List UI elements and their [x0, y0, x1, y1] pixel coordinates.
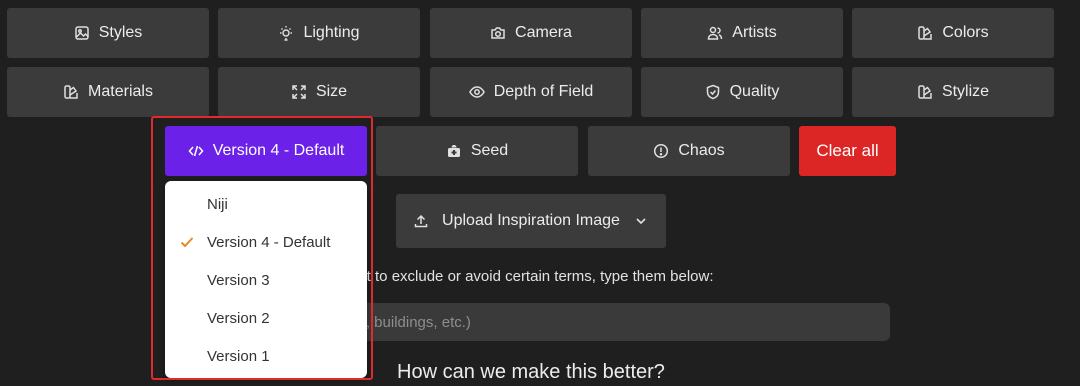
camera-icon	[491, 27, 505, 39]
version-option-2[interactable]: Version 2	[165, 299, 367, 337]
artists-label: Artists	[732, 24, 777, 41]
version-option-niji[interactable]: Niji	[165, 185, 367, 223]
styles-label: Styles	[98, 24, 143, 41]
exclude-instructions: ant to exclude or avoid certain terms, t…	[350, 268, 714, 285]
code-icon	[188, 145, 204, 157]
camera-button[interactable]: Camera	[430, 8, 632, 58]
quality-button[interactable]: Quality	[641, 67, 843, 117]
seed-button[interactable]: Seed	[376, 126, 578, 176]
version-option-label: Version 3	[207, 271, 270, 289]
upload-inspiration-label: Upload Inspiration Image	[442, 212, 620, 229]
stylize-label: Stylize	[941, 83, 990, 100]
quality-label: Quality	[729, 83, 780, 100]
chevron-down-icon	[636, 218, 646, 225]
upload-icon	[414, 214, 428, 228]
checkmark-icon	[180, 237, 194, 248]
alert-circle-icon	[654, 143, 669, 159]
users-icon	[708, 26, 723, 40]
stylize-button[interactable]: Stylize	[852, 67, 1054, 117]
camera-label: Camera	[515, 24, 572, 41]
materials-button[interactable]: Materials	[7, 67, 209, 117]
image-icon	[74, 26, 89, 40]
version-option-label: Version 4 - Default	[207, 233, 331, 251]
version-option-label: Version 1	[207, 347, 270, 365]
size-label: Size	[315, 83, 348, 100]
eye-icon	[468, 86, 485, 98]
exclude-terms-placeholder: es, buildings, etc.)	[350, 313, 471, 331]
depth-of-field-button[interactable]: Depth of Field	[430, 67, 632, 117]
colors-label: Colors	[942, 24, 989, 41]
clear-all-label: Clear all	[816, 141, 879, 160]
materials-label: Materials	[88, 83, 153, 100]
expand-icon	[292, 85, 306, 99]
depth-of-field-label: Depth of Field	[493, 83, 594, 100]
styles-button[interactable]: Styles	[7, 8, 209, 58]
feedback-heading: How can we make this better?	[397, 361, 665, 383]
palette-icon	[64, 85, 78, 99]
version-select-button[interactable]: Version 4 - Default	[165, 126, 367, 176]
lightbulb-icon	[280, 26, 293, 41]
exclude-terms-input[interactable]: es, buildings, etc.)	[340, 303, 890, 341]
chaos-label: Chaos	[678, 142, 725, 159]
seed-icon	[447, 145, 460, 157]
palette-icon	[918, 85, 932, 99]
version-option-3[interactable]: Version 3	[165, 261, 367, 299]
size-button[interactable]: Size	[218, 67, 420, 117]
artists-button[interactable]: Artists	[641, 8, 843, 58]
upload-inspiration-button[interactable]: Upload Inspiration Image	[396, 194, 666, 248]
lighting-button[interactable]: Lighting	[218, 8, 420, 58]
palette-icon	[918, 26, 933, 40]
version-option-1[interactable]: Version 1	[165, 337, 367, 375]
version-select-label: Version 4 - Default	[212, 142, 345, 159]
version-option-label: Version 2	[207, 309, 270, 327]
version-option-label: Niji	[207, 195, 228, 213]
version-dropdown-menu: Niji Version 4 - Default Version 3 Versi…	[165, 181, 367, 378]
shield-check-icon	[706, 84, 719, 100]
chaos-button[interactable]: Chaos	[588, 126, 790, 176]
version-option-4-default[interactable]: Version 4 - Default	[165, 223, 367, 261]
colors-button[interactable]: Colors	[852, 8, 1054, 58]
lighting-label: Lighting	[303, 24, 360, 41]
clear-all-button[interactable]: Clear all	[799, 126, 896, 176]
seed-label: Seed	[470, 142, 509, 159]
